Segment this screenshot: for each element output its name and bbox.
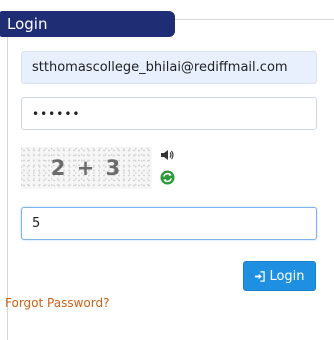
- password-field[interactable]: [21, 97, 317, 130]
- login-button[interactable]: Login: [243, 261, 316, 291]
- sign-in-icon: [255, 270, 266, 282]
- speaker-icon[interactable]: [160, 148, 174, 162]
- email-field[interactable]: [21, 51, 317, 84]
- captcha-answer-field[interactable]: [21, 207, 317, 240]
- captcha-text: 2 + 3: [50, 156, 123, 180]
- forgot-password-link[interactable]: Forgot Password?: [5, 296, 109, 310]
- login-title: Login: [0, 11, 175, 37]
- refresh-icon[interactable]: [160, 170, 175, 185]
- login-button-label: Login: [269, 268, 305, 284]
- captcha-image: 2 + 3: [21, 147, 152, 189]
